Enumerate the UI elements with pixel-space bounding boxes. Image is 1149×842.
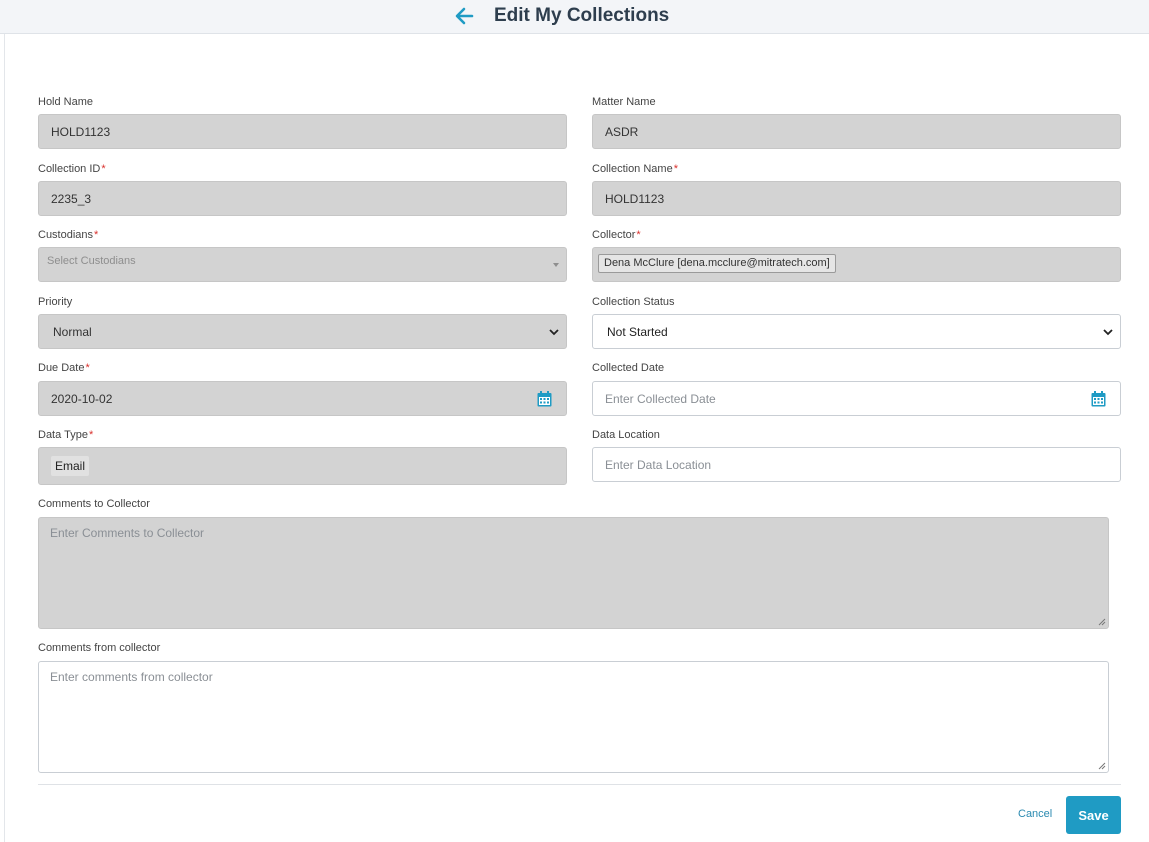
caret-down-icon xyxy=(553,263,559,267)
collected-date-input[interactable]: Enter Collected Date xyxy=(592,381,1121,416)
collected-date-label: Collected Date xyxy=(592,362,665,374)
matter-name-label: Matter Name xyxy=(592,96,656,108)
data-location-label: Data Location xyxy=(592,429,660,441)
calendar-icon xyxy=(537,391,552,407)
collection-name-label: Collection Name* xyxy=(592,163,678,175)
data-location-input[interactable]: Enter Data Location xyxy=(592,447,1121,482)
hold-name-label: Hold Name xyxy=(38,96,94,108)
page-title: Edit My Collections xyxy=(494,5,670,26)
collection-status-label: Collection Status xyxy=(592,296,675,308)
footer-divider xyxy=(38,784,1121,785)
collector-label: Collector* xyxy=(592,229,641,241)
collector-field: Dena McClure [dena.mcclure@mitratech.com… xyxy=(592,247,1121,282)
data-type-field: Email xyxy=(38,447,567,485)
due-date-field: 2020-10-02 xyxy=(38,381,567,416)
due-date-label: Due Date* xyxy=(38,362,90,374)
custodians-select: Select Custodians xyxy=(38,247,567,282)
comments-from-collector-label: Comments from collector xyxy=(38,642,161,654)
page-header: Edit My Collections xyxy=(0,0,1149,34)
collector-tag: Dena McClure [dena.mcclure@mitratech.com… xyxy=(598,254,836,273)
collection-name-field: HOLD1123 xyxy=(592,181,1121,216)
priority-label: Priority xyxy=(38,296,73,308)
cancel-button[interactable]: Cancel xyxy=(1018,808,1052,820)
data-type-chip: Email xyxy=(51,456,90,476)
collection-status-select[interactable]: Not Started xyxy=(592,314,1121,349)
comments-to-collector-textarea: Enter Comments to Collector xyxy=(38,517,1109,629)
left-border xyxy=(4,34,5,842)
chevron-down-icon xyxy=(549,329,559,336)
matter-name-field: ASDR xyxy=(592,114,1121,149)
collection-id-label: Collection ID* xyxy=(38,163,106,175)
arrow-left-icon[interactable] xyxy=(453,5,475,27)
calendar-icon[interactable] xyxy=(1091,391,1106,407)
comments-to-collector-label: Comments to Collector xyxy=(38,498,150,510)
priority-select: Normal xyxy=(38,314,567,349)
save-button[interactable]: Save xyxy=(1066,796,1121,834)
hold-name-field: HOLD1123 xyxy=(38,114,567,149)
data-type-label: Data Type* xyxy=(38,429,94,441)
collection-id-field: 2235_3 xyxy=(38,181,567,216)
chevron-down-icon xyxy=(1103,329,1113,336)
comments-from-collector-textarea[interactable]: Enter comments from collector xyxy=(38,661,1109,773)
resize-handle-icon[interactable] xyxy=(1098,762,1106,770)
custodians-label: Custodians* xyxy=(38,229,99,241)
resize-handle-icon xyxy=(1098,618,1106,626)
